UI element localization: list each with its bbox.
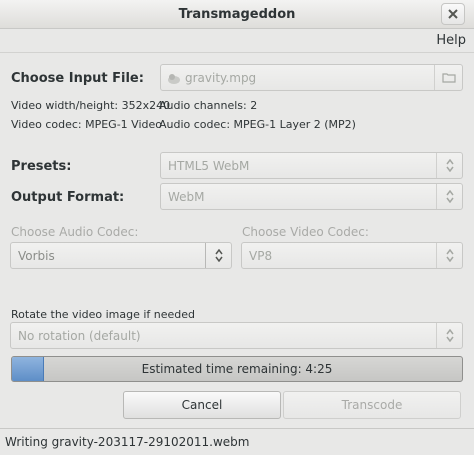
output-format-value: WebM xyxy=(168,190,205,204)
progress-bar: Estimated time remaining: 4:25 xyxy=(11,356,463,382)
up-down-arrows-icon xyxy=(445,159,454,172)
rotation-value: No rotation (default) xyxy=(18,329,141,343)
presets-arrows xyxy=(436,153,462,178)
menu-bar: Help xyxy=(0,29,474,53)
window-title: Transmageddon xyxy=(178,7,296,22)
up-down-arrows-icon xyxy=(445,190,454,203)
menu-help[interactable]: Help xyxy=(436,33,466,48)
presets-value: HTML5 WebM xyxy=(168,159,250,173)
transcode-button[interactable]: Transcode xyxy=(283,391,461,419)
close-button[interactable] xyxy=(441,3,465,25)
cancel-button[interactable]: Cancel xyxy=(123,391,281,419)
video-codec-info: Video codec: MPEG-1 Video xyxy=(11,118,162,131)
status-text: Writing gravity-203117-29102011.webm xyxy=(5,435,250,449)
rotation-arrows xyxy=(436,323,462,348)
video-codec-label: Choose Video Codec: xyxy=(242,225,369,239)
up-down-arrows-icon xyxy=(214,249,223,262)
video-size-info: Video width/height: 352x240 xyxy=(11,99,171,112)
input-file-chooser[interactable]: gravity.mpg xyxy=(160,64,463,91)
audio-codec-arrows xyxy=(205,243,231,268)
folder-button[interactable] xyxy=(434,65,462,90)
status-bar: Writing gravity-203117-29102011.webm xyxy=(0,428,474,455)
choose-input-label: Choose Input File: xyxy=(11,71,144,86)
audio-channels-info: Audio channels: 2 xyxy=(159,99,258,112)
up-down-arrows-icon xyxy=(445,329,454,342)
video-codec-value: VP8 xyxy=(249,249,273,263)
folder-icon xyxy=(441,73,456,83)
presets-label: Presets: xyxy=(11,159,72,174)
output-format-select[interactable]: WebM xyxy=(160,183,463,210)
video-codec-select[interactable]: VP8 xyxy=(241,242,463,269)
audio-codec-label: Choose Audio Codec: xyxy=(11,225,139,239)
rotation-select[interactable]: No rotation (default) xyxy=(10,322,463,349)
presets-select[interactable]: HTML5 WebM xyxy=(160,152,463,179)
rotation-label: Rotate the video image if needed xyxy=(11,308,196,321)
progress-text: Estimated time remaining: 4:25 xyxy=(141,362,333,376)
audio-codec-select[interactable]: Vorbis xyxy=(10,242,232,269)
title-bar: Transmageddon xyxy=(0,0,474,29)
video-codec-arrows xyxy=(436,243,462,268)
close-icon xyxy=(448,9,458,19)
audio-file-icon xyxy=(168,74,180,84)
up-down-arrows-icon xyxy=(445,249,454,262)
input-file-name: gravity.mpg xyxy=(185,71,257,85)
audio-codec-info: Audio codec: MPEG-1 Layer 2 (MP2) xyxy=(159,118,356,131)
output-format-arrows xyxy=(436,184,462,209)
output-format-label: Output Format: xyxy=(11,190,125,205)
audio-codec-value: Vorbis xyxy=(18,249,55,263)
